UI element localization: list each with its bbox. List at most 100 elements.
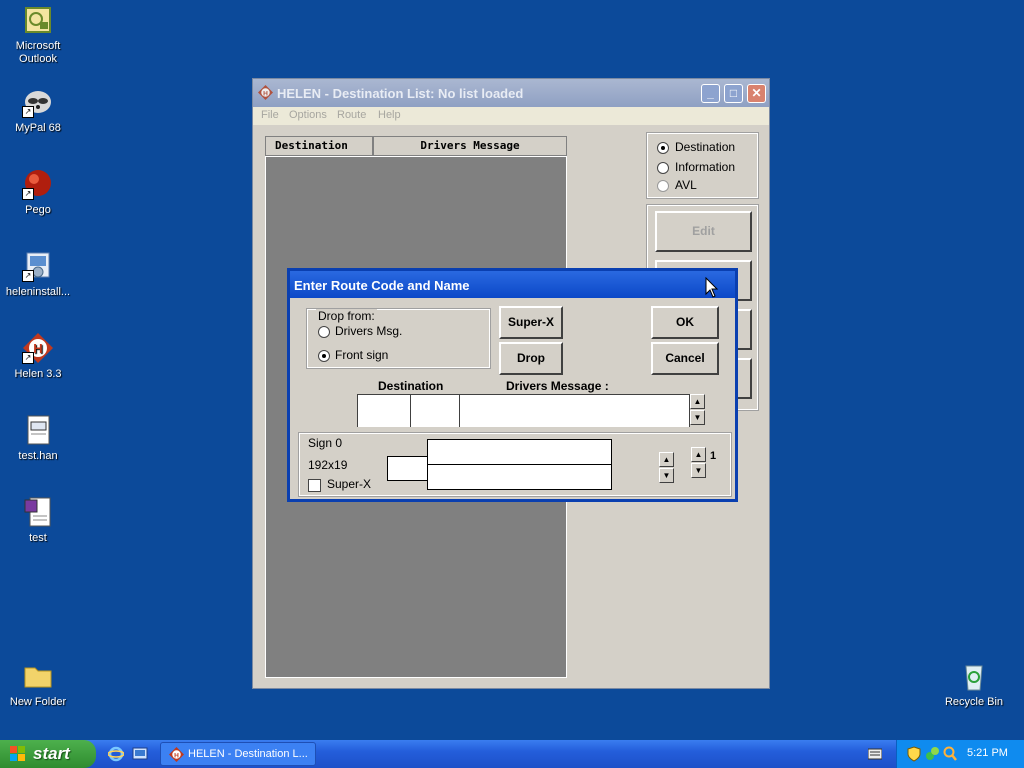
radio-information-label: Information — [675, 160, 736, 174]
network-icon[interactable] — [925, 746, 939, 762]
radio-destination[interactable] — [657, 142, 669, 154]
start-button[interactable]: start — [0, 740, 96, 768]
superx-checkbox[interactable] — [308, 479, 321, 492]
sign-line-1[interactable] — [427, 439, 612, 465]
internet-explorer-icon[interactable] — [107, 746, 125, 762]
cancel-button[interactable]: Cancel — [651, 342, 719, 375]
sign-size: 192x19 — [308, 458, 348, 472]
helen-logo-icon: H ↗ — [22, 332, 54, 364]
drivers-message-input[interactable] — [459, 394, 690, 427]
start-label: start — [33, 744, 70, 763]
desktop-icon-label: heleninstall... — [5, 286, 71, 298]
radio-front-sign[interactable] — [318, 350, 330, 362]
recycle-bin-icon — [958, 660, 990, 692]
minimize-icon: _ — [707, 86, 714, 100]
desktop-icon-label: test.han — [18, 450, 58, 462]
desktop-icon-helen[interactable]: H ↗ Helen 3.3 — [0, 332, 76, 381]
sign-preview-small[interactable] — [387, 456, 428, 481]
red-ball-icon: ↗ — [22, 168, 54, 200]
column-header-drivers-message[interactable]: Drivers Message — [373, 136, 567, 156]
radio-avl-label: AVL — [675, 178, 697, 192]
helen-logo-icon: H — [169, 747, 184, 762]
shortcut-arrow-icon: ↗ — [22, 352, 34, 364]
drop-button[interactable]: Drop — [499, 342, 563, 375]
scroll-up-button[interactable]: ▲ — [690, 394, 705, 409]
maximize-button[interactable]: □ — [724, 84, 743, 103]
desktop-icon-label: test — [29, 532, 47, 544]
sign-line-2[interactable] — [427, 464, 612, 490]
desktop-icon-new-folder[interactable]: New Folder — [0, 660, 76, 709]
route-code-dialog: Enter Route Code and Name Drop from: Dri… — [287, 268, 738, 502]
arrow-down-icon: ▼ — [662, 471, 671, 480]
arrow-down-icon: ▼ — [693, 413, 702, 422]
desktop-icon-test[interactable]: test — [0, 496, 76, 545]
taskbar: start H HELEN - Destination L... 5:21 PM — [0, 740, 1024, 768]
security-shield-icon[interactable] — [907, 746, 921, 762]
desktop-icon-label: Recycle Bin — [944, 696, 1004, 708]
helen-logo-icon: H — [258, 85, 273, 100]
close-button[interactable]: ✕ — [747, 84, 766, 103]
folder-icon — [22, 660, 54, 692]
drop-from-label: Drop from: — [316, 309, 377, 323]
menu-options[interactable]: Options — [289, 109, 327, 121]
drivers-message-column-label: Drivers Message : — [506, 379, 609, 393]
drop-from-group: Drop from: Drivers Msg. Front sign — [306, 308, 491, 369]
arrow-up-icon: ▲ — [662, 455, 671, 464]
taskbar-item-label: HELEN - Destination L... — [188, 748, 308, 760]
sign-spin-down[interactable]: ▼ — [659, 468, 674, 483]
superx-button[interactable]: Super-X — [499, 306, 563, 339]
desktop-icon-label: Helen 3.3 — [14, 368, 62, 380]
arrow-up-icon: ▲ — [693, 397, 702, 406]
destination-input[interactable] — [410, 394, 460, 427]
radio-information[interactable] — [657, 162, 669, 174]
edit-button[interactable]: Edit — [655, 211, 752, 252]
raccoon-icon: ↗ — [22, 86, 54, 118]
menu-route[interactable]: Route — [337, 109, 366, 121]
desktop-icon-heleninstall[interactable]: ↗ heleninstall... — [0, 250, 76, 299]
scroll-down-button[interactable]: ▼ — [690, 410, 705, 425]
system-tray: 5:21 PM — [896, 740, 1024, 768]
maximize-icon: □ — [729, 86, 738, 100]
desktop-icon-outlook[interactable]: Microsoft Outlook — [0, 4, 76, 66]
arrow-down-icon: ▼ — [694, 466, 703, 475]
superx-checkbox-label: Super-X — [327, 477, 372, 491]
svg-text:H: H — [263, 90, 268, 97]
keyboard-icon[interactable] — [867, 748, 883, 760]
radio-drivers-msg-label: Drivers Msg. — [335, 324, 403, 338]
menu-help[interactable]: Help — [378, 109, 401, 121]
desktop-icon-recycle-bin[interactable]: Recycle Bin — [936, 660, 1012, 709]
radio-drivers-msg[interactable] — [318, 326, 330, 338]
minimize-button[interactable]: _ — [701, 84, 720, 103]
outlook-icon — [22, 4, 54, 36]
sign-spin-up[interactable]: ▲ — [659, 452, 674, 467]
ok-button[interactable]: OK — [651, 306, 719, 339]
counter-spin-down[interactable]: ▼ — [691, 463, 706, 478]
shortcut-arrow-icon: ↗ — [22, 270, 34, 282]
desktop-icon-pego[interactable]: ↗ Pego — [0, 168, 76, 217]
sign-group: Sign 0 192x19 Super-X ▲ ▼ ▲ ▼ 1 — [298, 432, 732, 497]
column-header-destination[interactable]: Destination — [265, 136, 373, 156]
shortcut-arrow-icon: ↗ — [22, 188, 34, 200]
shortcut-arrow-icon: ↗ — [22, 106, 34, 118]
svg-text:H: H — [33, 341, 42, 356]
radio-front-sign-label: Front sign — [335, 348, 389, 362]
menu-file[interactable]: File — [261, 109, 279, 121]
search-icon[interactable] — [943, 746, 957, 762]
show-desktop-icon[interactable] — [132, 746, 148, 762]
menu-bar: File Options Route Help — [253, 107, 769, 125]
counter-spin-up[interactable]: ▲ — [691, 447, 706, 462]
desktop-icon-mypal[interactable]: ↗ MyPal 68 — [0, 86, 76, 135]
sign-counter: 1 — [710, 450, 717, 462]
document-icon — [22, 414, 54, 446]
main-window-titlebar[interactable]: H HELEN - Destination List: No list load… — [253, 79, 769, 107]
text-file-icon — [22, 496, 54, 528]
close-icon: ✕ — [751, 86, 762, 100]
desktop-icon-test-han[interactable]: test.han — [0, 414, 76, 463]
arrow-up-icon: ▲ — [694, 450, 703, 459]
radio-avl[interactable] — [657, 180, 669, 192]
taskbar-item-helen[interactable]: H HELEN - Destination L... — [160, 742, 316, 766]
dialog-titlebar[interactable]: Enter Route Code and Name — [290, 271, 735, 298]
route-code-input[interactable] — [357, 394, 411, 427]
clock: 5:21 PM — [967, 747, 1008, 759]
sign-label: Sign 0 — [308, 436, 343, 450]
